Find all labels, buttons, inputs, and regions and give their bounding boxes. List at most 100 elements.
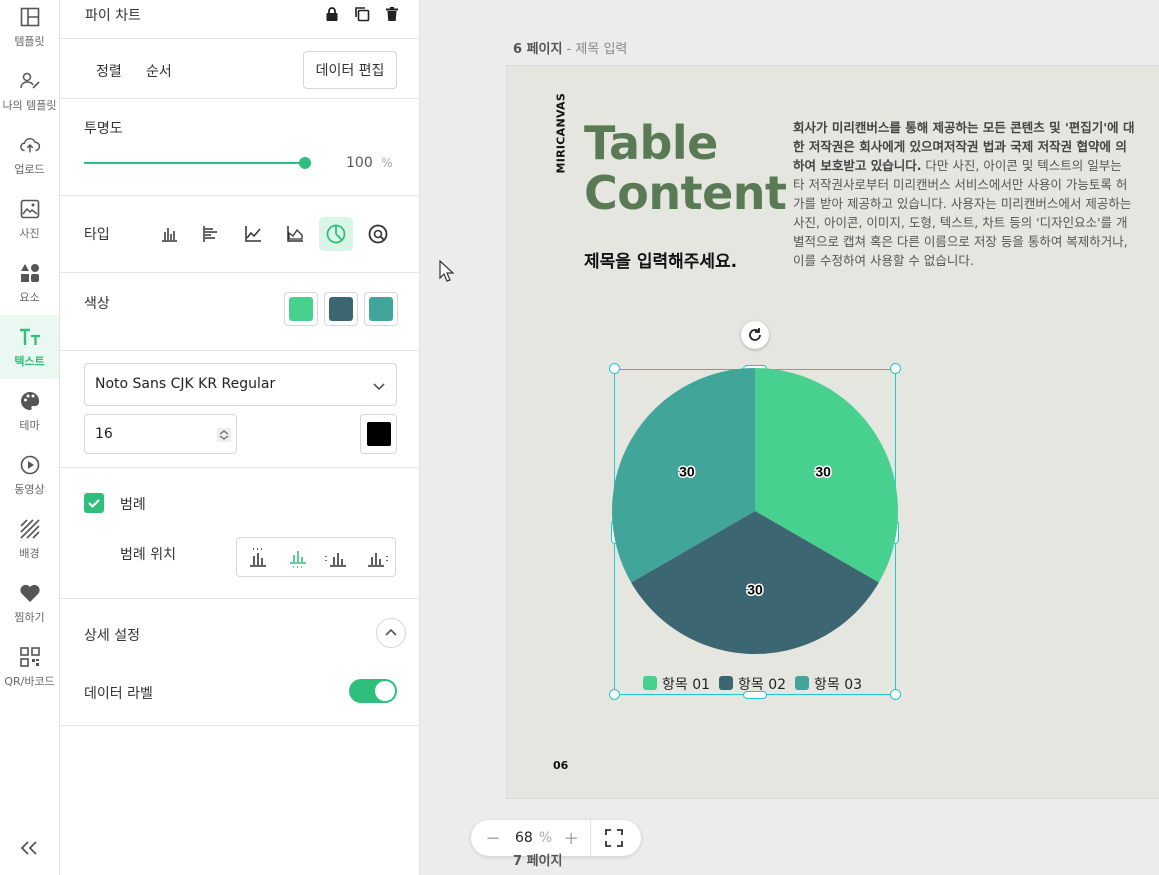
collapse-button[interactable] xyxy=(376,618,406,648)
double-chevron-left-icon xyxy=(20,841,37,855)
opacity-slider-thumb[interactable] xyxy=(299,157,311,169)
sidebar-item-0[interactable]: 템플릿 xyxy=(0,0,59,59)
toggle-knob xyxy=(375,681,395,701)
sidebar-item-6[interactable]: 테마 xyxy=(0,379,59,443)
user-edit-icon xyxy=(19,70,41,92)
color-swatch-3[interactable] xyxy=(364,292,398,326)
column-chart-type-button[interactable] xyxy=(152,217,186,251)
sidebar-item-7[interactable]: 동영상 xyxy=(0,443,59,507)
legend-top-option[interactable] xyxy=(247,548,269,572)
sidebar-item-10[interactable]: QR/바코드 xyxy=(0,635,59,699)
property-panel: 파이 차트 정렬 순서 데이터 편집 투명도 100 % 타입 색상 Noto … xyxy=(60,0,420,875)
shapes-icon xyxy=(19,262,41,284)
legend-right-icon xyxy=(368,553,388,567)
text-icon xyxy=(19,326,41,348)
pie-data-label-1: 30 xyxy=(815,464,831,480)
layout-icon xyxy=(19,6,41,28)
bar-chart-icon xyxy=(203,226,217,242)
play-icon xyxy=(19,454,41,476)
page-title[interactable]: - 제목 입력 xyxy=(562,42,628,57)
legend-left-icon xyxy=(325,553,346,567)
color-swatch-3-fill xyxy=(369,297,393,321)
font-family-select[interactable]: Noto Sans CJK KR Regular xyxy=(84,363,397,406)
sidebar-item-4[interactable]: 요소 xyxy=(0,251,59,315)
zoom-value[interactable]: 68 xyxy=(515,830,533,846)
font-color-button[interactable] xyxy=(360,414,397,454)
legend-position-group xyxy=(236,537,396,577)
sidebar-item-label: 찜하기 xyxy=(14,610,45,624)
check-icon xyxy=(88,499,100,508)
data-label-toggle[interactable] xyxy=(349,679,397,703)
type-label: 타입 xyxy=(84,227,110,243)
line-chart-type-button[interactable] xyxy=(236,217,270,251)
legend-checkbox[interactable] xyxy=(84,493,104,513)
sidebar-item-9[interactable]: 찜하기 xyxy=(0,571,59,635)
opacity-label: 투명도 xyxy=(84,121,123,137)
legend-label-1: 항목 01 xyxy=(662,677,710,693)
design-page[interactable]: MIRICANVAS Table Content 제목을 입력해주세요. 회사가… xyxy=(507,66,1159,798)
legend-section: 범례 범례 위치 xyxy=(60,468,420,599)
donut-chart-type-button[interactable] xyxy=(361,217,395,251)
type-section: 타입 xyxy=(60,196,420,273)
sidebar-item-3[interactable]: 사진 xyxy=(0,187,59,251)
panel-title: 파이 차트 xyxy=(85,8,141,24)
font-section: Noto Sans CJK KR Regular 16 xyxy=(60,351,420,468)
chevron-up-icon xyxy=(385,628,397,636)
edit-data-button[interactable]: 데이터 편집 xyxy=(303,51,397,89)
color-swatch-2-fill xyxy=(329,297,353,321)
donut-chart-icon xyxy=(368,224,388,244)
data-label-label: 데이터 라벨 xyxy=(84,686,153,702)
pie-data-label-2: 30 xyxy=(747,582,763,598)
pie-chart[interactable]: 30 30 30 항목 01 항목 02 항목 03 xyxy=(507,66,1159,798)
panel-header: 파이 차트 xyxy=(60,0,420,39)
sidebar-item-label: 동영상 xyxy=(14,482,45,496)
fullscreen-button[interactable] xyxy=(591,829,636,847)
color-swatch-2[interactable] xyxy=(324,292,358,326)
arrange-section: 정렬 순서 데이터 편집 xyxy=(60,39,420,99)
opacity-value: 100 % xyxy=(346,155,393,171)
legend-bottom-option[interactable] xyxy=(287,548,309,572)
mouse-cursor-icon xyxy=(439,260,455,282)
color-swatch-1[interactable] xyxy=(284,292,318,326)
sidebar-item-label: 테마 xyxy=(19,418,40,432)
area-chart-type-button[interactable] xyxy=(278,217,312,251)
collapse-sidebar-button[interactable] xyxy=(17,836,41,860)
sidebar-item-5[interactable]: 텍스트 xyxy=(0,315,59,379)
page-header: 6 페이지 - 제목 입력 xyxy=(513,38,627,57)
sidebar-item-8[interactable]: 배경 xyxy=(0,507,59,571)
opacity-slider-fill xyxy=(84,162,305,164)
legend-position-label: 범례 위치 xyxy=(120,547,176,563)
sidebar-item-1[interactable]: 나의 템플릿 xyxy=(0,59,59,123)
canvas-area: 6 페이지 - 제목 입력 MIRICANVAS Table Content 제… xyxy=(421,0,1159,875)
zoom-in-button[interactable]: + xyxy=(552,828,590,849)
zoom-out-button[interactable]: − xyxy=(471,828,515,849)
align-button[interactable]: 정렬 xyxy=(96,61,122,81)
pie-chart-type-button[interactable] xyxy=(319,217,353,251)
sidebar-item-label: 사진 xyxy=(19,226,40,240)
legend-label-2: 항목 02 xyxy=(738,677,786,693)
stepper-icon[interactable] xyxy=(217,428,231,442)
sidebar-item-2[interactable]: 업로드 xyxy=(0,123,59,187)
line-chart-icon xyxy=(245,226,261,242)
legend-left-option[interactable] xyxy=(325,548,347,572)
font-size-input[interactable]: 16 xyxy=(84,414,237,454)
opacity-slider-track[interactable] xyxy=(84,157,311,169)
opacity-number: 100 xyxy=(346,155,373,171)
legend-label-3: 항목 03 xyxy=(814,677,862,693)
background-icon xyxy=(19,518,41,540)
legend-right-option[interactable] xyxy=(367,548,389,572)
zoom-unit: % xyxy=(538,830,553,846)
sidebar-item-label: 템플릿 xyxy=(14,34,45,48)
duplicate-icon[interactable] xyxy=(352,4,372,24)
font-family-value: Noto Sans CJK KR Regular xyxy=(95,376,276,392)
area-chart-icon xyxy=(287,226,303,242)
page-footer-number[interactable]: 06 xyxy=(553,759,568,772)
bar-chart-type-button[interactable] xyxy=(194,217,228,251)
order-button[interactable]: 순서 xyxy=(146,61,172,81)
color-swatch-1-fill xyxy=(289,297,313,321)
lock-icon[interactable] xyxy=(322,4,342,24)
fullscreen-icon xyxy=(604,829,623,847)
trash-icon[interactable] xyxy=(382,4,402,24)
cloud-upload-icon xyxy=(19,134,41,156)
advanced-section: 상세 설정 데이터 라벨 xyxy=(60,599,420,726)
